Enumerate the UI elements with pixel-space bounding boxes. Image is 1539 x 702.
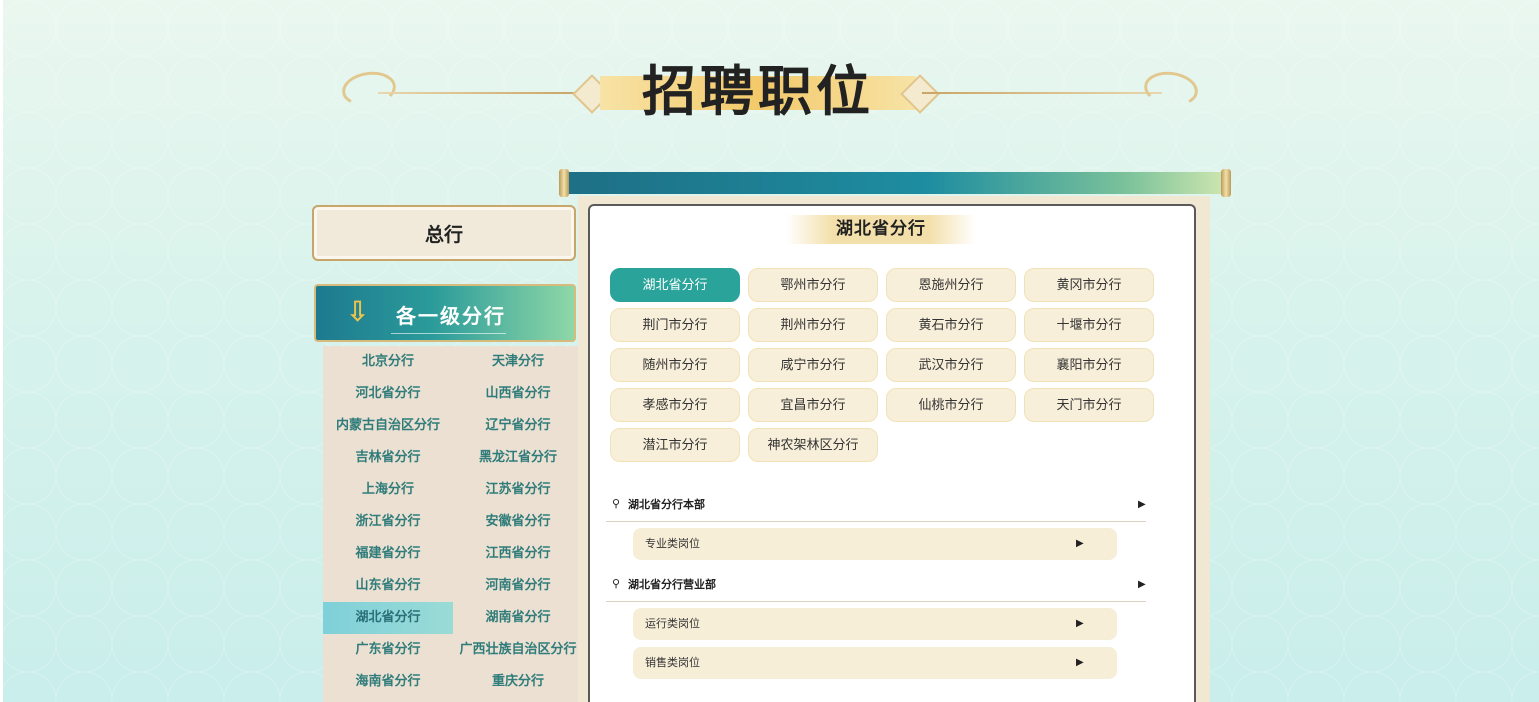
job-category-item[interactable]: 专业类岗位 ▶ [633, 528, 1117, 560]
city-branch-button[interactable]: 仙桃市分行 [886, 388, 1016, 422]
job-category-label: 运行类岗位 [645, 617, 700, 630]
branch-list: 北京分行 天津分行 河北省分行 山西省分行 内蒙古自治区分行 辽宁省分行 吉林省分行 黑龙江省… [323, 346, 579, 702]
branch-item[interactable]: 江苏省分行 [453, 474, 583, 506]
city-branch-button[interactable]: 潜江市分行 [610, 428, 740, 462]
city-branch-button[interactable]: 天门市分行 [1024, 388, 1154, 422]
city-branch-button[interactable]: 鄂州市分行 [748, 268, 878, 302]
branch-item[interactable]: 福建省分行 [323, 538, 453, 570]
city-branch-button[interactable]: 恩施州分行 [886, 268, 1016, 302]
caret-right-icon: ▶ [1076, 538, 1084, 549]
branch-item[interactable]: 海南省分行 [323, 666, 453, 698]
job-category-item[interactable]: 销售类岗位 ▶ [633, 647, 1117, 679]
branch-item[interactable]: 广东省分行 [323, 634, 453, 666]
branch-item[interactable]: 山西省分行 [453, 378, 583, 410]
branch-item[interactable]: 内蒙古自治区分行 [323, 410, 453, 442]
city-branch-button[interactable]: 黄冈市分行 [1024, 268, 1154, 302]
department-name: 湖北省分行营业部 [628, 578, 716, 591]
city-branch-button[interactable]: 襄阳市分行 [1024, 348, 1154, 382]
caret-right-icon: ▶ [1138, 499, 1146, 510]
page-edge [0, 0, 3, 702]
location-pin-icon: ⚲ [612, 577, 621, 590]
title-line-right [922, 92, 1162, 94]
branch-item[interactable]: 湖北省分行 [323, 602, 453, 634]
title-line-left [378, 92, 578, 94]
branch-item[interactable]: 吉林省分行 [323, 442, 453, 474]
city-branch-button[interactable]: 孝感市分行 [610, 388, 740, 422]
job-category-item[interactable]: 运行类岗位 ▶ [633, 608, 1117, 640]
branch-item[interactable]: 北京分行 [323, 346, 453, 378]
department-header[interactable]: ⚲ 湖北省分行营业部 ▶ [606, 571, 1146, 602]
branch-item[interactable]: 山东省分行 [323, 570, 453, 602]
caret-right-icon: ▶ [1138, 579, 1146, 590]
branch-item[interactable]: 河南省分行 [453, 570, 583, 602]
job-category-label: 专业类岗位 [645, 537, 700, 550]
branch-section-header[interactable]: ⇩ 各一级分行 [314, 284, 576, 342]
title-banner: 招聘职位 [338, 58, 1202, 130]
city-branch-button[interactable]: 荆门市分行 [610, 308, 740, 342]
branch-item[interactable]: 上海分行 [323, 474, 453, 506]
city-branch-button[interactable]: 湖北省分行 [610, 268, 740, 302]
branch-item[interactable]: 广西壮族自治区分行 [453, 634, 583, 666]
city-branch-button[interactable]: 咸宁市分行 [748, 348, 878, 382]
branch-item[interactable]: 河北省分行 [323, 378, 453, 410]
cloud-ornament-left-icon [339, 68, 399, 110]
header-underline [391, 333, 506, 334]
city-branch-button[interactable]: 黄石市分行 [886, 308, 1016, 342]
scroll-cap-right [1221, 169, 1231, 197]
city-branch-button[interactable]: 宜昌市分行 [748, 388, 878, 422]
branch-item[interactable]: 黑龙江省分行 [453, 442, 583, 474]
department-name: 湖北省分行本部 [628, 498, 705, 511]
page-title: 招聘职位 [642, 59, 874, 123]
caret-right-icon: ▶ [1076, 657, 1084, 668]
city-branch-button[interactable]: 荆州市分行 [748, 308, 878, 342]
branch-item[interactable]: 江西省分行 [453, 538, 583, 570]
location-pin-icon: ⚲ [612, 497, 621, 510]
branch-item[interactable]: 安徽省分行 [453, 506, 583, 538]
branch-item[interactable]: 浙江省分行 [323, 506, 453, 538]
down-arrow-icon: ⇩ [346, 295, 370, 328]
scroll-cap-left [559, 169, 569, 197]
city-branch-button[interactable]: 随州市分行 [610, 348, 740, 382]
caret-right-icon: ▶ [1076, 618, 1084, 629]
branch-item[interactable]: 天津分行 [453, 346, 583, 378]
city-branch-button[interactable]: 十堰市分行 [1024, 308, 1154, 342]
panel-title: 湖北省分行 [786, 215, 976, 244]
city-branch-button[interactable]: 神农架林区分行 [748, 428, 878, 462]
job-category-label: 销售类岗位 [645, 656, 700, 669]
branch-item[interactable]: 辽宁省分行 [453, 410, 583, 442]
city-branch-button[interactable]: 武汉市分行 [886, 348, 1016, 382]
branch-header-label: 各一级分行 [396, 304, 506, 328]
branch-item[interactable]: 湖南省分行 [453, 602, 583, 634]
cloud-ornament-right-icon [1141, 68, 1201, 110]
branch-item[interactable]: 重庆分行 [453, 666, 583, 698]
headquarters-button[interactable]: 总行 [312, 205, 576, 261]
department-header[interactable]: ⚲ 湖北省分行本部 ▶ [606, 491, 1146, 522]
scroll-rod [559, 169, 1231, 197]
